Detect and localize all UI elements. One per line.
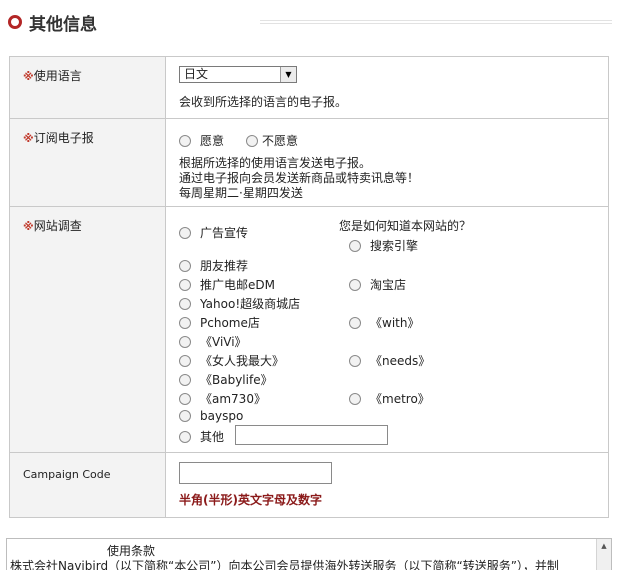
- newsletter-row: ※订阅电子报 愿意 不愿意 根据所选择的使用语言发送电子报。 通过电子报向会员发…: [9, 118, 609, 207]
- campaign-label: Campaign Code: [23, 468, 111, 481]
- campaign-code-input[interactable]: [179, 462, 332, 484]
- survey-option[interactable]: 《needs》: [349, 352, 430, 369]
- required-mark: ※: [23, 132, 34, 145]
- scroll-up-icon[interactable]: ▲: [599, 541, 609, 551]
- newsletter-option-yes[interactable]: 愿意: [179, 132, 224, 149]
- terms-scrollbar[interactable]: ▲: [596, 539, 611, 570]
- survey-option[interactable]: 朋友推荐: [179, 257, 248, 274]
- survey-option[interactable]: 推广电邮eDM: [179, 276, 275, 293]
- campaign-hint: 半角(半形)英文字母及数字: [179, 493, 322, 507]
- survey-field-cell: 您是如何知道本网站的？ 广告宣传 朋友推荐 推广电邮eDM Yahoo!超级商城…: [165, 206, 609, 453]
- terms-text: 株式会社Navibird（以下简称“本公司”）向本公司会员提供海外转送服务（以下…: [10, 559, 559, 570]
- survey-option[interactable]: 《ViVi》: [179, 333, 247, 350]
- newsletter-field-cell: 愿意 不愿意 根据所选择的使用语言发送电子报。 通过电子报向会员发送新商品或特卖…: [165, 118, 609, 207]
- radio-button[interactable]: [349, 240, 361, 252]
- radio-button[interactable]: [179, 298, 191, 310]
- radio-button[interactable]: [179, 260, 191, 272]
- newsletter-label-cell: ※订阅电子报: [9, 118, 166, 207]
- section-heading: 其他信息: [8, 8, 612, 36]
- survey-label: 网站调查: [33, 219, 82, 233]
- radio-button[interactable]: [179, 227, 191, 239]
- radio-button[interactable]: [179, 393, 191, 405]
- survey-option[interactable]: 淘宝店: [349, 276, 406, 293]
- radio-button[interactable]: [179, 374, 191, 386]
- newsletter-option-no[interactable]: 不愿意: [246, 132, 298, 149]
- survey-option-other[interactable]: 其他: [179, 428, 224, 445]
- survey-option[interactable]: bayspo: [179, 409, 243, 423]
- survey-option[interactable]: 广告宣传: [179, 224, 248, 241]
- survey-option[interactable]: 搜索引擎: [349, 237, 418, 254]
- language-label: 使用语言: [33, 69, 82, 83]
- other-text-input[interactable]: [235, 425, 388, 445]
- radio-button[interactable]: [179, 279, 191, 291]
- radio-button[interactable]: [179, 431, 191, 443]
- section-title: 其他信息: [29, 15, 97, 35]
- survey-question: 您是如何知道本网站的？: [339, 219, 472, 233]
- radio-button[interactable]: [179, 336, 191, 348]
- survey-option[interactable]: 《am730》: [179, 390, 266, 407]
- survey-option[interactable]: 《Babylife》: [179, 371, 273, 388]
- language-row: ※使用语言 日文 ▼ 会收到所选择的语言的电子报。: [9, 56, 609, 119]
- language-note: 会收到所选择的语言的电子报。: [179, 95, 348, 109]
- divider: [260, 20, 612, 21]
- radio-button[interactable]: [349, 393, 361, 405]
- newsletter-note: 根据所选择的使用语言发送电子报。 通过电子报向会员发送新商品或特卖讯息等！ 每周…: [179, 156, 420, 200]
- campaign-label-cell: Campaign Code: [9, 452, 166, 518]
- required-mark: ※: [23, 220, 34, 233]
- divider: [260, 23, 612, 24]
- survey-option[interactable]: 《metro》: [349, 390, 430, 407]
- language-field-cell: 日文 ▼ 会收到所选择的语言的电子报。: [165, 56, 609, 119]
- radio-button[interactable]: [179, 317, 191, 329]
- info-form-table: ※使用语言 日文 ▼ 会收到所选择的语言的电子报。 ※订阅电子报 愿意 不愿意: [9, 56, 609, 518]
- language-select[interactable]: 日文 ▼: [179, 66, 297, 83]
- language-selected-value: 日文: [184, 67, 209, 81]
- survey-option[interactable]: 《with》: [349, 314, 419, 331]
- radio-button[interactable]: [349, 279, 361, 291]
- radio-button[interactable]: [179, 410, 191, 422]
- terms-box[interactable]: 使用条款 株式会社Navibird（以下简称“本公司”）向本公司会员提供海外转送…: [6, 538, 612, 570]
- newsletter-label: 订阅电子报: [33, 131, 94, 145]
- radio-button[interactable]: [179, 355, 191, 367]
- survey-row: ※网站调查 您是如何知道本网站的？ 广告宣传 朋友推荐 推广电邮eDM Yaho…: [9, 206, 609, 453]
- required-mark: ※: [23, 70, 34, 83]
- survey-option[interactable]: 《女人我最大》: [179, 352, 284, 369]
- survey-label-cell: ※网站调查: [9, 206, 166, 453]
- chevron-down-icon[interactable]: ▼: [280, 67, 296, 82]
- survey-option[interactable]: Pchome店: [179, 314, 260, 331]
- radio-button[interactable]: [349, 355, 361, 367]
- campaign-field-cell: 半角(半形)英文字母及数字: [165, 452, 609, 518]
- radio-button[interactable]: [179, 135, 191, 147]
- survey-option[interactable]: Yahoo!超级商城店: [179, 295, 300, 312]
- radio-button[interactable]: [246, 135, 258, 147]
- campaign-row: Campaign Code 半角(半形)英文字母及数字: [9, 452, 609, 518]
- language-label-cell: ※使用语言: [9, 56, 166, 119]
- radio-button[interactable]: [349, 317, 361, 329]
- bullet-circle-icon: [8, 15, 22, 29]
